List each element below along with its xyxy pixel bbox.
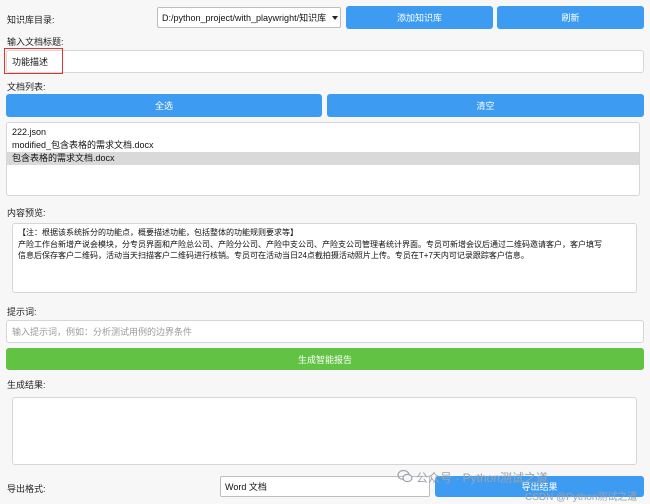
kb-dir-label: 知识库目录: [7, 15, 55, 25]
doc-title-label: 输入文档标题: [7, 37, 64, 47]
doc-list-label: 文档列表: [7, 82, 46, 92]
watermark: 公众号 · Python测试之道 [416, 471, 549, 485]
doc-list[interactable]: 222.json modified_包含表格的需求文档.docx 包含表格的需求… [6, 122, 640, 196]
result-box[interactable] [12, 397, 637, 465]
preview-label: 内容预览: [7, 208, 46, 218]
clear-button[interactable]: 清空 [327, 94, 644, 117]
doc-title-input[interactable]: 功能描述 [6, 50, 644, 73]
add-kb-button[interactable]: 添加知识库 [346, 6, 493, 29]
list-item[interactable]: modified_包含表格的需求文档.docx [7, 139, 639, 152]
generate-report-button[interactable]: 生成智能报告 [6, 348, 644, 370]
preview-line: 信息后保存客户二维码，活动当天扫描客户二维码进行核销。专员可在活动当日24点截拍… [18, 251, 529, 260]
preview-line: 【注：根据该系统拆分的功能点，概要描述功能，包括整体的功能规则要求等】 [18, 228, 298, 237]
wechat-icon [397, 468, 413, 484]
preview-line: 产险工作台新增产说会模块，分专员界面和产险总公司、产险分公司、产险中支公司、产险… [18, 239, 602, 249]
select-all-button[interactable]: 全选 [6, 94, 322, 117]
prompt-input[interactable]: 输入提示词，例如：分析测试用例的边界条件 [6, 320, 644, 343]
kb-dir-select[interactable]: D:/python_project/with_playwright/知识库 [157, 7, 341, 28]
list-item[interactable]: 222.json [7, 126, 639, 139]
export-format-value: Word 文档 [225, 482, 267, 492]
chevron-down-icon [332, 15, 338, 20]
export-label: 导出格式: [7, 484, 46, 494]
refresh-button[interactable]: 刷新 [497, 6, 644, 29]
preview-box[interactable]: 【注：根据该系统拆分的功能点，概要描述功能，包括整体的功能规则要求等】 产险工作… [12, 223, 637, 293]
result-label: 生成结果: [7, 380, 46, 390]
list-item-selected[interactable]: 包含表格的需求文档.docx [7, 152, 639, 165]
highlight-box [4, 48, 63, 74]
prompt-label: 提示词: [7, 307, 37, 317]
prompt-placeholder: 输入提示词，例如：分析测试用例的边界条件 [12, 327, 193, 337]
kb-dir-value: D:/python_project/with_playwright/知识库 [162, 13, 327, 23]
csdn-watermark: CSDN @Python测试之道 [525, 492, 638, 503]
